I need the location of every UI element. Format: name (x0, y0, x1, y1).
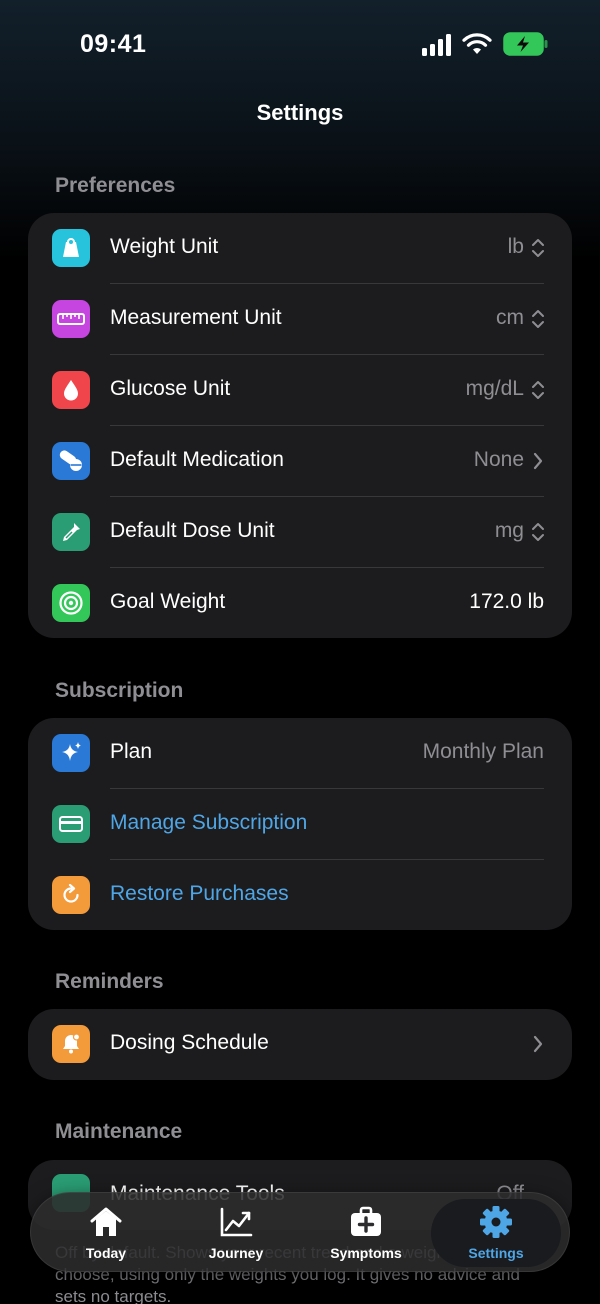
manage-subscription-row[interactable]: Manage Subscription (28, 789, 572, 860)
dropper-icon (52, 513, 90, 551)
default-medication-row[interactable]: Default Medication None (28, 426, 572, 497)
goal-weight-label: Goal Weight (110, 590, 226, 613)
tab-symptoms-label: Symptoms (330, 1245, 402, 1261)
default-medication-value: None (473, 448, 524, 471)
card-icon (52, 805, 90, 843)
restore-purchases-row[interactable]: Restore Purchases (28, 860, 572, 931)
plan-value: Monthly Plan (422, 740, 544, 763)
sparkles-icon (52, 734, 90, 772)
restore-icon (52, 876, 90, 914)
pills-icon (52, 442, 90, 480)
tab-symptoms[interactable]: Symptoms (301, 1199, 431, 1267)
bell-icon (52, 1025, 90, 1063)
updown-chevron-icon (530, 521, 546, 543)
subscription-card: Plan Monthly Plan Manage Subscription Re… (28, 718, 572, 930)
tab-settings[interactable]: Settings (431, 1199, 561, 1267)
tab-journey[interactable]: Journey (171, 1199, 301, 1267)
chevron-right-icon (530, 450, 546, 472)
tab-journey-label: Journey (208, 1245, 264, 1261)
section-header-reminders: Reminders (55, 970, 164, 993)
reminders-card: Dosing Schedule (28, 1009, 572, 1080)
weight-unit-label: Weight Unit (110, 235, 219, 258)
wifi-icon (462, 33, 492, 54)
tab-today-label: Today (85, 1245, 127, 1261)
glucose-unit-value: mg/dL (465, 377, 524, 400)
status-bar: 09:41 (0, 0, 600, 90)
page-title: Settings (256, 100, 344, 125)
section-header-maintenance: Maintenance (55, 1120, 183, 1143)
drop-icon (52, 371, 90, 409)
default-dose-unit-label: Default Dose Unit (110, 519, 275, 542)
measurement-unit-row[interactable]: Measurement Unit cm (28, 284, 572, 355)
plan-row: Plan Monthly Plan (28, 718, 572, 789)
goal-weight-value: 172.0 lb (469, 590, 544, 613)
ruler-icon (52, 300, 90, 338)
glucose-unit-label: Glucose Unit (110, 377, 231, 400)
scale-icon (52, 229, 90, 267)
tab-today[interactable]: Today (41, 1199, 171, 1267)
default-dose-unit-value: mg (494, 519, 524, 542)
gear-icon (480, 1206, 512, 1238)
measurement-unit-value: cm (496, 306, 524, 329)
dosing-schedule-row[interactable]: Dosing Schedule (28, 1009, 572, 1080)
tab-bar: Today Journey Symptoms Settings (30, 1192, 570, 1272)
default-dose-unit-row[interactable]: Default Dose Unit mg (28, 497, 572, 568)
medkit-icon (351, 1206, 381, 1236)
status-time: 09:41 (80, 30, 147, 58)
plan-label: Plan (110, 740, 153, 763)
weight-unit-row[interactable]: Weight Unit lb (28, 213, 572, 284)
house-icon (90, 1207, 122, 1236)
updown-chevron-icon (530, 379, 546, 401)
manage-subscription-link[interactable]: Manage Subscription (110, 811, 307, 835)
battery-charging-icon (503, 32, 548, 56)
chevron-right-icon (530, 1033, 546, 1055)
section-header-preferences: Preferences (55, 174, 176, 197)
updown-chevron-icon (530, 237, 546, 259)
updown-chevron-icon (530, 308, 546, 330)
cellular-signal-icon (422, 34, 454, 56)
target-icon (52, 584, 90, 622)
weight-unit-value: lb (507, 235, 524, 258)
preferences-card: Weight Unit lb Measurement Unit cm Gluco… (28, 213, 572, 638)
restore-purchases-link[interactable]: Restore Purchases (110, 882, 289, 906)
goal-weight-row[interactable]: Goal Weight 172.0 lb (28, 568, 572, 639)
glucose-unit-row[interactable]: Glucose Unit mg/dL (28, 355, 572, 426)
section-header-subscription: Subscription (55, 679, 184, 702)
default-medication-label: Default Medication (110, 448, 284, 471)
dosing-schedule-label: Dosing Schedule (110, 1031, 269, 1054)
chart-line-icon (220, 1207, 253, 1237)
measurement-unit-label: Measurement Unit (110, 306, 282, 329)
tab-settings-label: Settings (468, 1245, 524, 1261)
